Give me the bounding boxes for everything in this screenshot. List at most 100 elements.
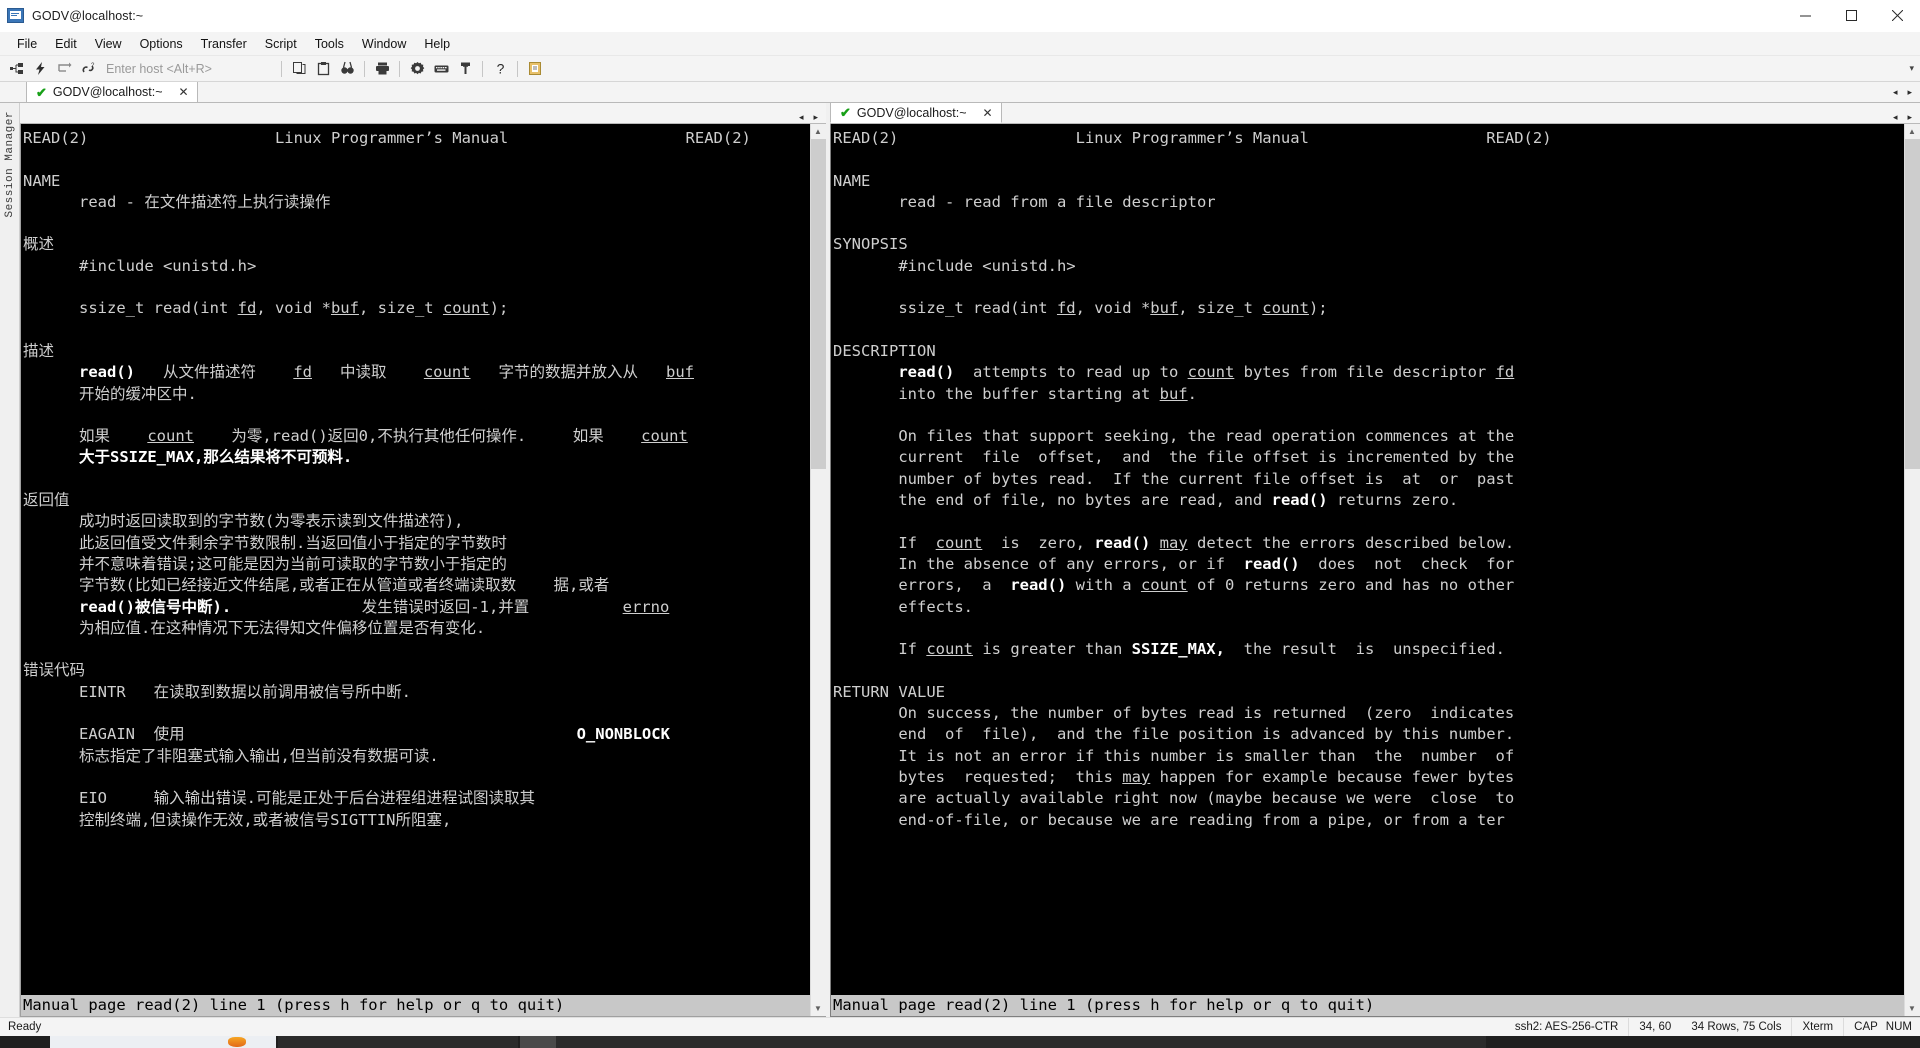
tab-close-icon[interactable]: ✕ [179, 86, 189, 98]
pane-right-scrollbar[interactable]: ▲ ▼ [1904, 124, 1920, 1016]
tab-session-right[interactable]: ✔ GODV@localhost:~ ✕ [830, 102, 1002, 123]
terminal-line: #include <unistd.h> [23, 256, 257, 275]
terminal-line: #include <unistd.h> [833, 256, 1076, 275]
menu-edit[interactable]: Edit [46, 33, 86, 55]
toolbar-separator-1 [281, 60, 282, 77]
scroll-track[interactable] [810, 139, 826, 1001]
taskbar-window-3[interactable] [520, 1036, 556, 1048]
disconnect-icon[interactable]: ? [76, 58, 100, 80]
menu-tools[interactable]: Tools [306, 33, 353, 55]
log-icon[interactable] [523, 58, 547, 80]
tab-close-icon[interactable]: ✕ [983, 107, 993, 119]
menu-bar: File Edit View Options Transfer Script T… [0, 32, 1920, 56]
pane-left-next-icon[interactable]: ▸ [813, 112, 818, 123]
reconnect-icon[interactable] [52, 58, 76, 80]
man-status-line: Manual page read(2) line 1 (press h for … [21, 994, 810, 1016]
window-title: GODV@localhost:~ [32, 8, 144, 23]
terminal-right[interactable]: READ(2) Linux Programmer’s Manual READ(2… [831, 124, 1904, 1016]
terminal-line: 成功时返回读取到的字节数(为零表示读到文件描述符), [23, 512, 464, 531]
terminal-line: 开始的缓冲区中. [23, 384, 197, 403]
menu-script[interactable]: Script [256, 33, 306, 55]
scroll-up-icon[interactable]: ▲ [1904, 124, 1920, 139]
minimize-button[interactable] [1782, 0, 1828, 32]
tab-next-icon[interactable]: ▸ [1907, 87, 1912, 98]
menu-transfer[interactable]: Transfer [192, 33, 256, 55]
terminal-left[interactable]: READ(2) Linux Programmer’s Manual READ(2… [21, 124, 810, 1016]
terminal-line: effects. [833, 597, 973, 616]
maximize-button[interactable] [1828, 0, 1874, 32]
toolbar-separator-4 [482, 60, 483, 77]
terminal-line: read() 从文件描述符 fd 中读取 count 字节的数据并放入从 buf [79, 363, 694, 382]
terminal-line: ssize_t read(int fd, void *buf, size_t c… [23, 299, 509, 318]
terminal-line: 大于SSIZE_MAX,那么结果将不可预料. [79, 448, 353, 467]
host-input[interactable]: Enter host <Alt+R> [100, 62, 276, 76]
menu-view[interactable]: View [86, 33, 131, 55]
copy-icon[interactable] [287, 58, 311, 80]
menu-window[interactable]: Window [353, 33, 415, 55]
settings-icon[interactable] [405, 58, 429, 80]
terminal-line: NAME [23, 171, 61, 190]
menu-options[interactable]: Options [131, 33, 192, 55]
key-icon[interactable] [453, 58, 477, 80]
tab-label: GODV@localhost:~ [856, 105, 967, 120]
terminal-line: read - 在文件描述符上执行读操作 [23, 192, 331, 211]
scroll-thumb[interactable] [810, 139, 826, 469]
terminal-line: the end of file, no bytes are read, and … [833, 491, 1459, 510]
terminal-line: bytes requested; this may happen for exa… [833, 767, 1515, 786]
taskbar-window-2[interactable] [278, 1036, 518, 1048]
tab-prev-icon[interactable]: ◂ [1893, 87, 1898, 98]
menu-help[interactable]: Help [415, 33, 459, 55]
toolbar-overflow-icon[interactable]: ▾ [1909, 63, 1920, 74]
paste-icon[interactable] [311, 58, 335, 80]
scroll-down-icon[interactable]: ▼ [810, 1001, 826, 1016]
terminal-line: ssize_t read(int fd, void *buf, size_t c… [833, 299, 1328, 318]
status-cursor-position: 34, 60 [1628, 1017, 1681, 1037]
quick-connect-icon[interactable] [28, 58, 52, 80]
pane-right-terminal-wrap: READ(2) Linux Programmer’s Manual READ(2… [830, 124, 1920, 1017]
close-button[interactable] [1874, 0, 1920, 32]
find-icon[interactable] [335, 58, 359, 80]
terminal-line: current file offset, and the file offset… [833, 448, 1515, 467]
terminal-line: end-of-file, or because we are reading f… [833, 810, 1505, 829]
terminal-line: READ(2) Linux Programmer’s Manual READ(2… [833, 129, 1552, 147]
menu-file[interactable]: File [8, 33, 46, 55]
terminal-line: If count is greater than SSIZE_MAX, the … [833, 640, 1505, 659]
taskbar-window-4[interactable] [556, 1036, 1486, 1048]
pane-left-prev-icon[interactable]: ◂ [799, 112, 804, 123]
help-icon[interactable]: ? [488, 58, 512, 80]
toolbar-separator-3 [399, 60, 400, 77]
terminal-line: 概述 [23, 235, 55, 254]
pane-left: ◂ ▸ READ(2) Linux Programmer’s Manual RE… [20, 103, 826, 1017]
scroll-up-icon[interactable]: ▲ [810, 124, 826, 139]
scroll-thumb[interactable] [1904, 139, 1920, 469]
status-cipher: ssh2: AES-256-CTR [1514, 1021, 1619, 1033]
pane-right-prev-icon[interactable]: ◂ [1893, 112, 1898, 123]
pane-right-tabstrip: ✔ GODV@localhost:~ ✕ ◂ ▸ [830, 102, 1920, 124]
terminal-line: On files that support seeking, the read … [833, 427, 1515, 446]
scroll-down-icon[interactable]: ▼ [1904, 1001, 1920, 1016]
workspace: Session Manager ◂ ▸ READ(2) Linux Progra… [0, 102, 1920, 1017]
pane-right-next-icon[interactable]: ▸ [1907, 112, 1912, 123]
terminal-line: are actually available right now (maybe … [833, 789, 1515, 808]
print-icon[interactable] [370, 58, 394, 80]
scroll-track[interactable] [1904, 139, 1920, 1001]
connect-icon[interactable] [4, 58, 28, 80]
tab-session-left[interactable]: ✔ GODV@localhost:~ ✕ [26, 81, 198, 102]
man-status-line: Manual page read(2) line 1 (press h for … [831, 994, 1904, 1016]
session-manager-panel[interactable]: Session Manager [0, 103, 20, 1017]
keymap-icon[interactable] [429, 58, 453, 80]
taskbar-app-icon[interactable] [228, 1037, 246, 1047]
window-tab-strip: ✔ GODV@localhost:~ ✕ ◂ ▸ [0, 81, 1920, 103]
terminal-line: 字节数(比如已经接近文件结尾,或者正在从管道或者终端读取数 据,或者 [23, 576, 610, 595]
pane-left-scrollbar[interactable]: ▲ ▼ [810, 124, 826, 1016]
status-ready: Ready [8, 1021, 42, 1033]
